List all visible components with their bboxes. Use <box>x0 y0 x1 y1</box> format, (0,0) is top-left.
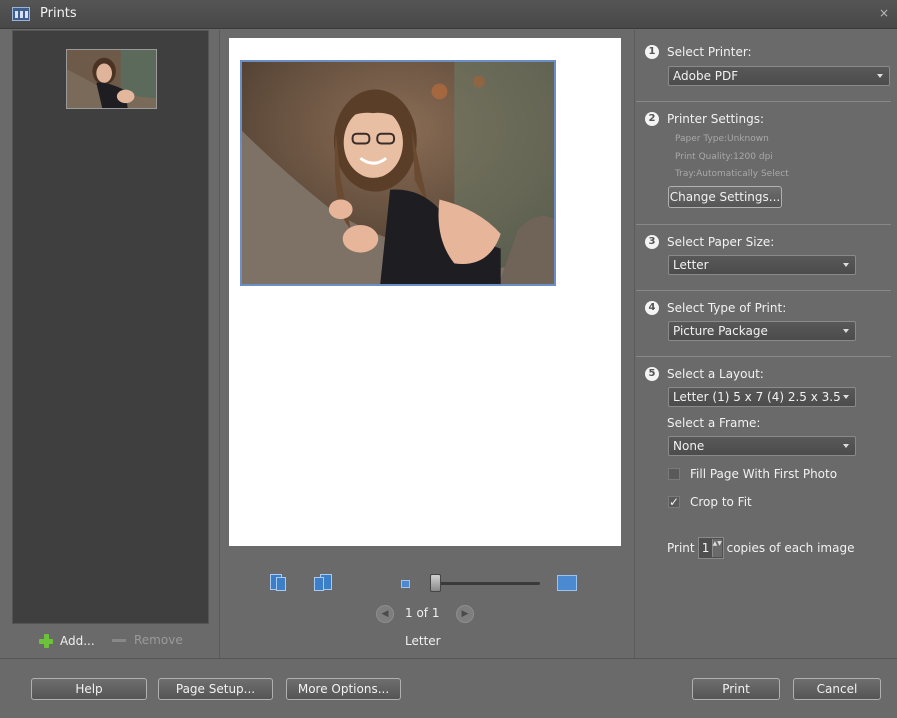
frame-select[interactable]: None <box>668 436 856 456</box>
photo-thumbnail[interactable] <box>66 49 157 109</box>
panel-divider <box>634 30 635 658</box>
checkmark-icon[interactable]: ✓ <box>668 496 680 508</box>
page-navigator: ◀ 1 of 1 ▶ <box>370 603 480 625</box>
close-icon[interactable]: × <box>879 6 889 20</box>
section-divider <box>636 101 891 102</box>
paper-type-info: Paper Type:Unknown <box>675 134 769 144</box>
print-button[interactable]: Print <box>692 678 780 700</box>
tray-info: Tray:Automatically Select <box>675 169 789 179</box>
more-options-button[interactable]: More Options... <box>286 678 401 700</box>
step-number: 3 <box>645 235 659 249</box>
copies-value: 1 <box>701 541 710 555</box>
chevron-down-icon <box>843 395 849 399</box>
printer-settings-heading: Printer Settings: <box>667 112 764 126</box>
thumbnail-panel <box>12 30 209 624</box>
zoom-in-icon[interactable] <box>557 575 577 591</box>
section-divider <box>636 290 891 291</box>
zoom-slider-handle[interactable] <box>430 574 441 592</box>
settings-panel: 1 Select Printer: Adobe PDF 2 Printer Se… <box>636 30 897 658</box>
crop-to-fit-label: Crop to Fit <box>690 495 752 509</box>
add-label: Add... <box>60 634 95 648</box>
copies-prefix: Print <box>667 541 695 555</box>
print-quality-info: Print Quality:1200 dpi <box>675 152 773 162</box>
layout-select-value: Letter (1) 5 x 7 (4) 2.5 x 3.5 <box>673 390 841 404</box>
window-title: Prints <box>40 6 77 21</box>
copies-suffix: copies of each image <box>726 541 855 555</box>
page-indicator: 1 of 1 <box>405 606 440 620</box>
rotate-right-icon[interactable] <box>312 572 334 594</box>
page-setup-button[interactable]: Page Setup... <box>158 678 273 700</box>
rotate-left-icon[interactable] <box>268 572 290 594</box>
step-number: 4 <box>645 301 659 315</box>
chevron-down-icon <box>843 444 849 448</box>
zoom-out-icon[interactable] <box>401 580 410 588</box>
preview-photo[interactable] <box>240 60 556 286</box>
fill-page-checkbox[interactable]: Fill Page With First Photo <box>668 467 837 481</box>
step-number: 2 <box>645 112 659 126</box>
minus-icon <box>112 638 126 642</box>
copies-row: Print 1 ▲▼ copies of each image <box>667 537 854 559</box>
layout-select[interactable]: Letter (1) 5 x 7 (4) 2.5 x 3.5 <box>668 387 856 407</box>
help-button[interactable]: Help <box>31 678 147 700</box>
checkbox-unchecked-icon[interactable] <box>668 468 680 480</box>
paper-size-select[interactable]: Letter <box>668 255 856 275</box>
thumbnail-toolbar: Add... Remove <box>12 624 209 658</box>
select-paper-size-heading: Select Paper Size: <box>667 235 775 249</box>
previous-page-icon[interactable]: ◀ <box>376 605 394 623</box>
zoom-slider-track[interactable] <box>436 582 540 585</box>
stepper-arrows-icon[interactable]: ▲▼ <box>711 539 722 557</box>
select-type-of-print-heading: Select Type of Print: <box>667 301 787 315</box>
remove-label: Remove <box>134 633 183 647</box>
select-printer-heading: Select Printer: <box>667 45 752 59</box>
panel-divider <box>219 30 220 658</box>
step-number: 1 <box>645 45 659 59</box>
step-number: 5 <box>645 367 659 381</box>
paper-size-select-value: Letter <box>673 258 709 272</box>
print-preview-page <box>229 38 621 546</box>
paper-size-label: Letter <box>405 634 441 648</box>
section-divider <box>636 356 891 357</box>
remove-photo-button[interactable]: Remove <box>112 633 183 647</box>
print-type-select-value: Picture Package <box>673 324 768 338</box>
frame-select-value: None <box>673 439 705 453</box>
add-photo-button[interactable]: Add... <box>38 633 95 649</box>
plus-icon <box>38 633 54 649</box>
fill-page-label: Fill Page With First Photo <box>690 467 838 481</box>
chevron-down-icon <box>843 263 849 267</box>
chevron-down-icon <box>843 329 849 333</box>
section-divider <box>636 224 891 225</box>
title-bar: Prints × <box>0 0 897 29</box>
change-settings-button[interactable]: Change Settings... <box>668 186 782 208</box>
print-type-select[interactable]: Picture Package <box>668 321 856 341</box>
copies-stepper[interactable]: 1 ▲▼ <box>697 537 724 559</box>
select-frame-heading: Select a Frame: <box>667 416 761 430</box>
chevron-down-icon <box>877 74 883 78</box>
footer-divider <box>0 658 897 659</box>
cancel-button[interactable]: Cancel <box>793 678 881 700</box>
prints-app-icon <box>12 7 30 21</box>
printer-select-value: Adobe PDF <box>673 69 739 83</box>
next-page-icon[interactable]: ▶ <box>456 605 474 623</box>
printer-select[interactable]: Adobe PDF <box>668 66 890 86</box>
crop-to-fit-checkbox[interactable]: ✓ Crop to Fit <box>668 495 752 509</box>
select-layout-heading: Select a Layout: <box>667 367 764 381</box>
